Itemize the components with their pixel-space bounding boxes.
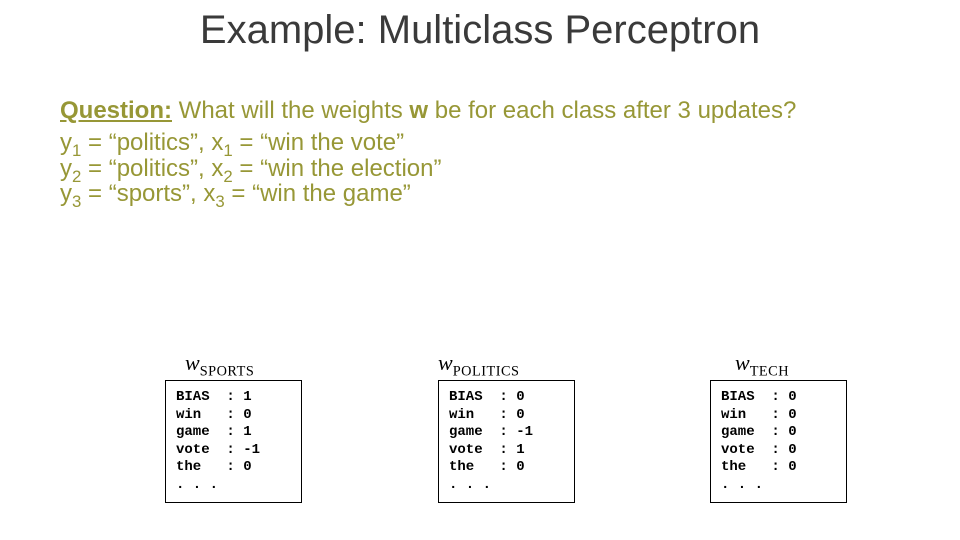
w-tech-sym: w	[735, 350, 750, 375]
w-sports-sym: w	[185, 350, 200, 375]
w-tech-sub: TECH	[750, 363, 789, 379]
ex3-y: y	[60, 180, 72, 207]
box-sports: BIAS : 1 win : 0 game : 1 vote : -1 the …	[165, 380, 302, 503]
w-politics-label: wPOLITICS	[438, 350, 519, 380]
w-politics-sub: POLITICS	[453, 363, 520, 379]
w-sports-label: wSPORTS	[185, 350, 254, 380]
slide-body: Question: What will the weights w be for…	[60, 95, 920, 214]
w-sports-sub: SPORTS	[200, 363, 255, 379]
example-3: y3 = “sports”, x3 = “win the game”	[60, 178, 920, 213]
question-text-2: be for each class after 3 updates?	[428, 97, 796, 124]
ex3-ysub: 3	[72, 192, 81, 211]
w-politics-sym: w	[438, 350, 453, 375]
box-politics: BIAS : 0 win : 0 game : -1 vote : 1 the …	[438, 380, 575, 503]
ex3-xsub: 3	[215, 192, 224, 211]
box-tech: BIAS : 0 win : 0 game : 0 vote : 0 the :…	[710, 380, 847, 503]
question-line: Question: What will the weights w be for…	[60, 95, 920, 127]
ex3-tail: = “win the game”	[225, 180, 411, 207]
slide-title: Example: Multiclass Perceptron	[0, 8, 960, 53]
question-text-1: What will the weights	[172, 97, 409, 124]
question-label: Question:	[60, 97, 172, 124]
w-tech-label: wTECH	[735, 350, 789, 380]
ex3-mid: = “sports”, x	[81, 180, 215, 207]
question-emph-w: w	[409, 97, 428, 124]
